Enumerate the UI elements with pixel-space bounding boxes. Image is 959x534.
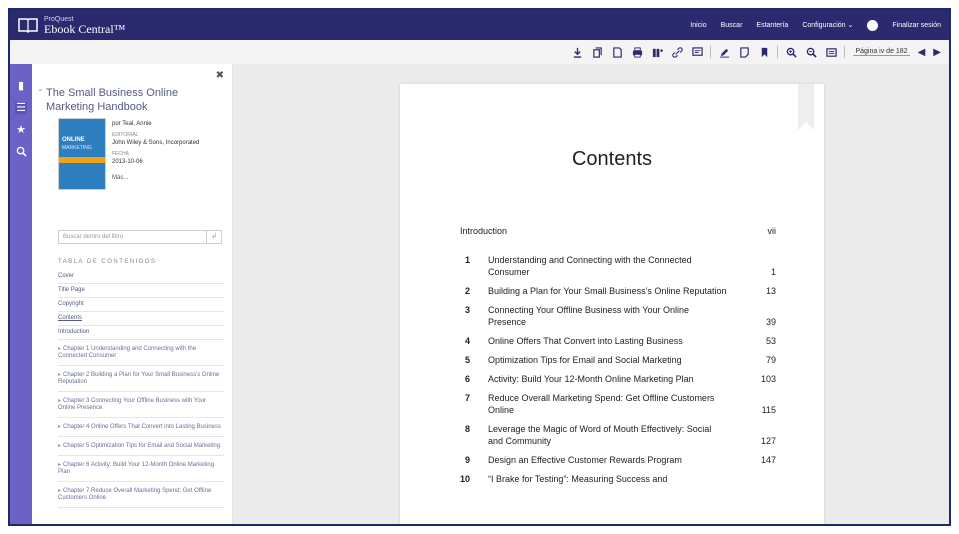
book-info-icon[interactable]: ▮: [15, 80, 27, 92]
book-cover: ONLINE MARKETING: [58, 118, 106, 190]
toc-list-icon[interactable]: ☰: [15, 102, 27, 114]
date-label: Fecha: [112, 151, 129, 157]
toc-entry-introduction: Introduction vii: [460, 226, 776, 236]
side-rail: ▮ ☰ ★: [10, 64, 32, 524]
expand-icon: ▸: [58, 346, 62, 352]
star-icon[interactable]: ★: [15, 124, 27, 136]
zoom-in-icon[interactable]: [784, 45, 798, 59]
more-link[interactable]: Más...: [112, 174, 230, 182]
tool-group: Página iv de 182 ◀ ▶: [564, 44, 941, 60]
toc-list: Cover Title Page Copyright Contents Intr…: [58, 270, 224, 508]
toc-entries: 1 Understanding and Connecting with the C…: [460, 254, 776, 492]
book-title: ⌃ The Small Business Online Marketing Ha…: [37, 87, 179, 113]
bookmark-icon[interactable]: [757, 45, 771, 59]
page-number-input[interactable]: Página iv de 182: [853, 48, 910, 56]
note-icon[interactable]: [737, 45, 751, 59]
expand-icon: ▸: [58, 462, 62, 468]
toc-chapter-7[interactable]: ▸ Chapter 7 Reduce Overall Marketing Spen…: [58, 482, 224, 508]
reader-area: Contents Introduction vii 1 Understanding…: [233, 64, 949, 524]
toolbar-divider: [844, 46, 846, 58]
top-bar: ProQuest Ebook Central™ Inicio Buscar Es…: [10, 10, 949, 40]
toc-entry: 7 Reduce Overall Marketing Spend: Get Off…: [464, 393, 776, 415]
cover-line-1: ONLINE: [62, 137, 85, 143]
reader-toolbar: Página iv de 182 ◀ ▶: [10, 40, 949, 65]
expand-icon: ▸: [58, 443, 62, 449]
toc-item-contents[interactable]: Contents: [58, 312, 224, 326]
download-icon[interactable]: [570, 45, 584, 59]
pdf-icon[interactable]: [610, 45, 624, 59]
cover-line-2: MARKETING: [62, 145, 92, 151]
highlight-icon[interactable]: [717, 45, 731, 59]
print-icon[interactable]: [630, 45, 644, 59]
copy-icon[interactable]: [590, 45, 604, 59]
toc-chapter-2[interactable]: ▸ Chapter 2 Building a Plan for Your Smal…: [58, 366, 224, 392]
book-logo-icon: [18, 17, 38, 33]
toc-entry: 6 Activity: Build Your 12-Month Online Ma…: [464, 374, 776, 384]
nav-estanteria[interactable]: Estantería: [756, 22, 788, 29]
toc-entry: 5 Optimization Tips for Email and Social …: [464, 355, 776, 365]
logout-link[interactable]: Finalizar sesión: [892, 22, 941, 29]
book-page: Contents Introduction vii 1 Understanding…: [400, 84, 824, 524]
book-author: por Teal, Annie: [112, 121, 152, 127]
previous-page-icon[interactable]: ◀: [918, 47, 926, 58]
toc-panel: ✖ ⌃ The Small Business Online Marketing …: [32, 64, 233, 524]
search-go-icon[interactable]: ↲: [206, 231, 221, 243]
toolbar-divider: [777, 46, 779, 58]
publisher-label: Editorial: [112, 132, 139, 138]
toc-heading: TABLA DE CONTENIDOS: [58, 259, 157, 265]
toc-chapter-4[interactable]: ▸ Chapter 4 Online Offers That Convert in…: [58, 418, 224, 437]
fit-page-icon[interactable]: [824, 45, 838, 59]
page-heading: Contents: [571, 148, 653, 170]
toc-entry: 10 “I Brake for Testing”: Measuring Succe…: [459, 474, 668, 484]
toc-entry: 2 Building a Plan for Your Small Business…: [464, 286, 776, 296]
toc-item-introduction[interactable]: Introduction: [58, 326, 224, 340]
search-icon[interactable]: [15, 146, 27, 158]
toc-entry: 4 Online Offers That Convert into Lasting…: [464, 336, 776, 346]
toc-chapter-5[interactable]: ▸ Chapter 5 Optimization Tips for Email a…: [58, 437, 224, 456]
expand-icon: ▸: [58, 488, 62, 494]
page-bookmark-icon[interactable]: [798, 84, 814, 130]
expand-icon: ▸: [58, 424, 62, 430]
search-in-book-input[interactable]: Buscar dentro del libro ↲: [58, 230, 222, 244]
expand-icon: ▸: [58, 398, 62, 404]
toc-entry: 3 Connecting Your Offline Business with Y…: [464, 305, 776, 327]
toc-entry: 9 Design an Effective Customer Rewards Pr…: [464, 455, 776, 465]
bookshelf-add-icon[interactable]: [650, 45, 664, 59]
toc-item-copyright[interactable]: Copyright: [58, 298, 224, 312]
nav-configuracion[interactable]: Configuración ⌄: [802, 21, 853, 29]
toc-chapter-6[interactable]: ▸ Chapter 6 Activity: Build Your 12-Month…: [58, 456, 224, 482]
nav-buscar[interactable]: Buscar: [721, 22, 743, 29]
next-page-icon[interactable]: ▶: [933, 47, 941, 58]
book-metadata: por Teal, Annie Editorial John Wiley & S…: [112, 120, 230, 182]
help-icon[interactable]: ?: [867, 19, 879, 31]
toc-item-title-page[interactable]: Title Page: [58, 284, 224, 298]
zoom-out-icon[interactable]: [804, 45, 818, 59]
brand-main: Ebook Central™: [44, 22, 126, 36]
nav-inicio[interactable]: Inicio: [690, 22, 706, 29]
link-icon[interactable]: [670, 45, 684, 59]
toolbar-divider: [710, 46, 712, 58]
toc-item-cover[interactable]: Cover: [58, 270, 224, 284]
toc-chapter-1[interactable]: ▸ Chapter 1 Understanding and Connecting …: [58, 340, 224, 366]
toc-chapter-3[interactable]: ▸ Chapter 3 Connecting Your Offline Busin…: [58, 392, 224, 418]
logo[interactable]: ProQuest Ebook Central™: [18, 15, 126, 36]
main-nav: Inicio Buscar Estantería Configuración ⌄…: [676, 10, 941, 40]
book-date: 2013-10-06: [112, 159, 143, 165]
cite-icon[interactable]: [690, 45, 704, 59]
expand-icon: ▸: [58, 372, 62, 378]
app-window: ProQuest Ebook Central™ Inicio Buscar Es…: [8, 8, 951, 526]
close-icon[interactable]: ✖: [216, 70, 224, 81]
collapse-caret-icon[interactable]: ⌃: [37, 86, 44, 100]
toc-entry: 1 Understanding and Connecting with the C…: [464, 255, 776, 277]
book-publisher: John Wiley & Sons, Incorporated: [112, 140, 200, 146]
toc-entry: 8 Leverage the Magic of Word of Mouth Eff…: [464, 424, 776, 446]
